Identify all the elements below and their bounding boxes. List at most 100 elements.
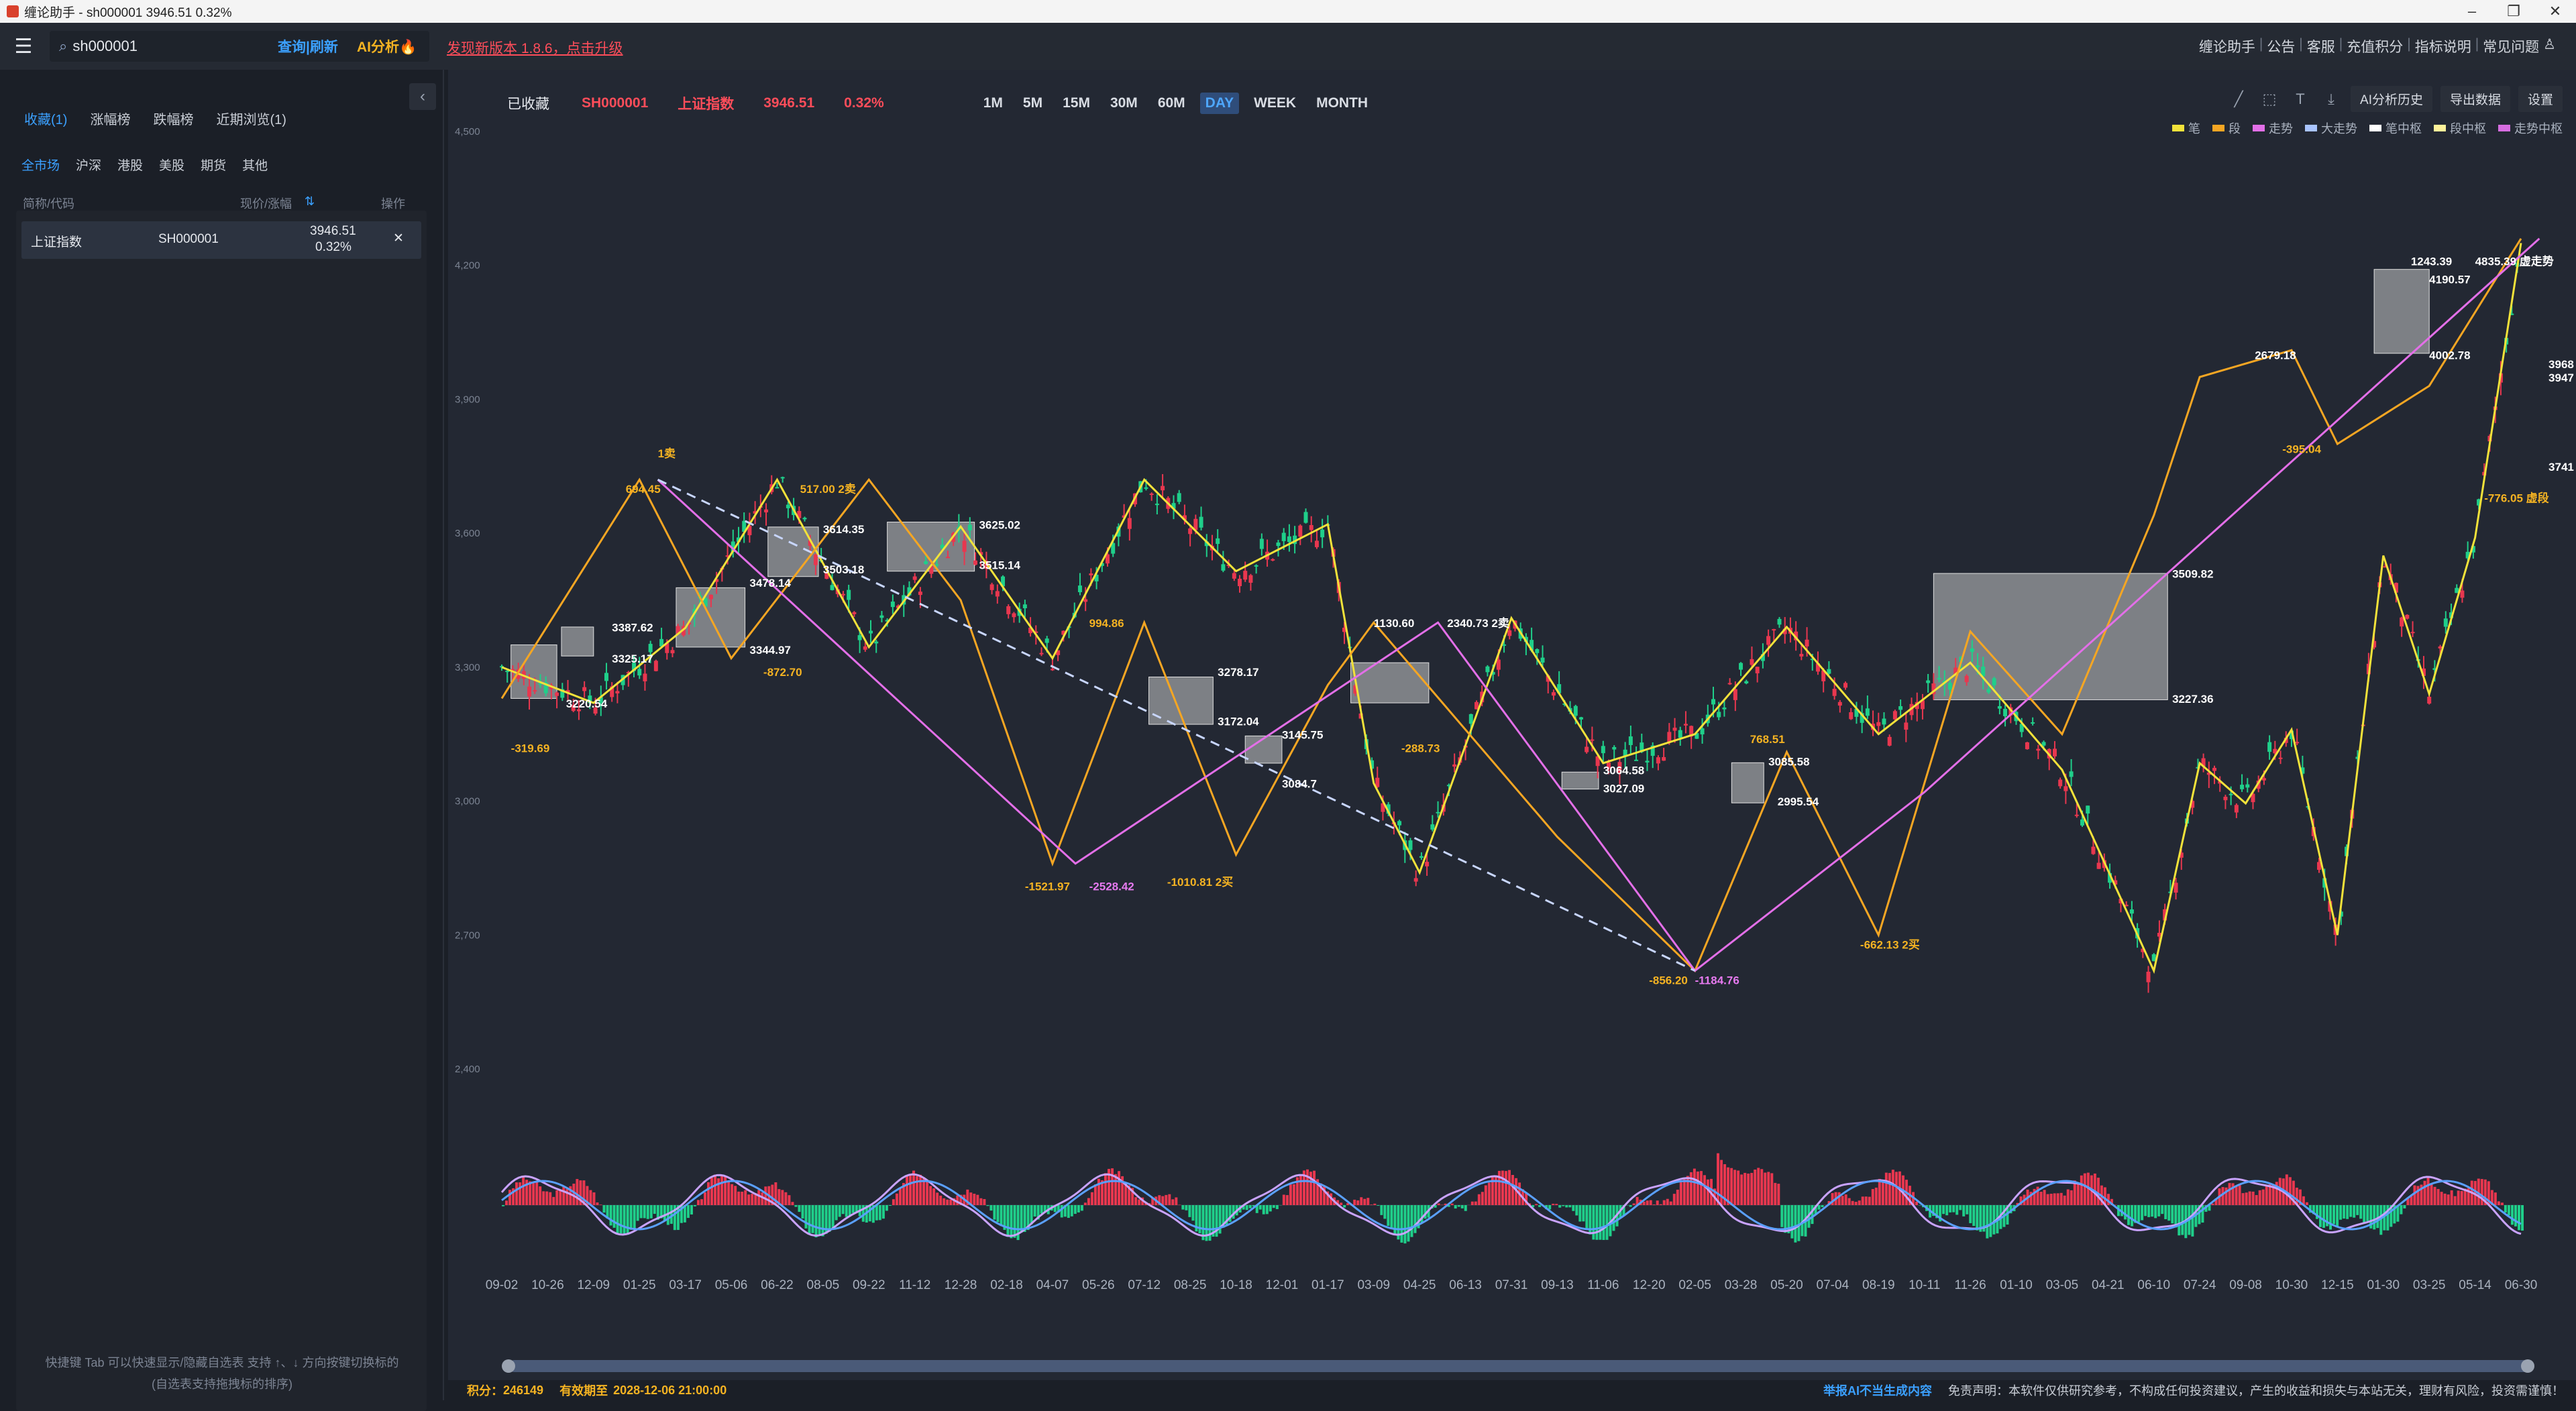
settings-button[interactable]: 设置: [2518, 86, 2563, 112]
data-label: 3084.7: [1282, 778, 1317, 791]
maximize-icon[interactable]: ❐: [2493, 0, 2534, 23]
report-ai-link[interactable]: 举报AI不当生成内容: [1823, 1381, 1932, 1399]
indicator-bar: [2053, 1193, 2056, 1205]
period-30m[interactable]: 30M: [1105, 93, 1143, 114]
export-data-button[interactable]: 导出数据: [2440, 86, 2510, 112]
tab-recent[interactable]: 近期浏览(1): [216, 109, 286, 128]
candle-body: [1282, 532, 1286, 541]
indicator-bar: [2222, 1187, 2224, 1205]
data-label: -872.70: [763, 666, 802, 679]
x-tick-label: 07-12: [1128, 1278, 1161, 1292]
sort-icon[interactable]: ⇅: [305, 194, 315, 209]
header-price[interactable]: 现价/涨幅: [240, 194, 292, 212]
period-month[interactable]: MONTH: [1311, 93, 1373, 114]
candle-body: [1083, 600, 1087, 602]
candle-body: [1315, 541, 1319, 547]
kline-chart[interactable]: 2,4002,7003,0003,3003,6003,9004,2004,500…: [448, 70, 2576, 1380]
list-item[interactable]: 上证指数 SH000001 3946.51 0.32% ✕: [21, 221, 421, 259]
tab-gainers[interactable]: 涨幅榜: [90, 109, 130, 128]
x-tick-label: 10-26: [531, 1278, 564, 1292]
candle-body: [1948, 683, 1952, 689]
candle-body: [1012, 614, 1016, 618]
period-day[interactable]: DAY: [1200, 93, 1239, 114]
indicator-bar: [717, 1178, 720, 1205]
legend-item[interactable]: 段中枢: [2434, 119, 2486, 137]
indicator-bar: [519, 1182, 521, 1205]
indicator-bar: [1959, 1205, 1962, 1210]
market-futures[interactable]: 期货: [201, 156, 226, 174]
query-refresh-button[interactable]: 查询|刷新: [278, 36, 338, 56]
candle-body: [786, 505, 790, 508]
candle-body: [1778, 619, 1782, 624]
period-60m[interactable]: 60M: [1152, 93, 1191, 114]
candle-body: [1248, 575, 1252, 583]
link-notice[interactable]: 公告: [2267, 36, 2295, 56]
upgrade-link[interactable]: 发现新版本 1.8.6，点击升级: [447, 38, 623, 58]
minimize-icon[interactable]: –: [2451, 0, 2493, 23]
indicator-bar: [2047, 1194, 2049, 1205]
remove-icon[interactable]: ✕: [393, 231, 404, 246]
chart-legend: 笔 段 走势 大走势 笔中枢 段中枢 走势中枢: [2172, 119, 2563, 137]
x-tick-label: 09-13: [1541, 1278, 1574, 1292]
indicator-bar: [633, 1205, 636, 1229]
legend-item[interactable]: 走势: [2253, 119, 2293, 137]
legend-item[interactable]: 走势中枢: [2498, 119, 2563, 137]
tab-losers[interactable]: 跌幅榜: [153, 109, 193, 128]
indicator-bar: [1693, 1169, 1696, 1205]
link-service[interactable]: 客服: [2307, 36, 2335, 56]
indicator-bar: [1077, 1205, 1080, 1212]
market-other[interactable]: 其他: [242, 156, 268, 174]
ai-history-button[interactable]: AI分析历史: [2351, 86, 2432, 112]
indicator-bar: [2057, 1193, 2059, 1205]
indicator-bar: [1841, 1196, 1844, 1205]
market-us[interactable]: 美股: [159, 156, 184, 174]
indicator-bar: [2286, 1174, 2288, 1205]
legend-item[interactable]: 笔中枢: [2369, 119, 2422, 137]
collapse-sidebar-icon[interactable]: ‹: [409, 83, 436, 110]
legend-item[interactable]: 段: [2212, 119, 2241, 137]
indicator-bar: [2252, 1192, 2255, 1205]
candle-body: [1287, 537, 1291, 542]
legend-item[interactable]: 大走势: [2305, 119, 2357, 137]
indicator-bar: [1760, 1169, 1763, 1205]
tab-favorites[interactable]: 收藏(1): [24, 109, 67, 128]
market-hk[interactable]: 港股: [117, 156, 143, 174]
close-icon[interactable]: ✕: [2534, 0, 2576, 23]
favorite-status[interactable]: 已收藏: [507, 93, 549, 113]
draw-rect-icon[interactable]: ⬚: [2258, 88, 2281, 111]
period-1m[interactable]: 1M: [978, 93, 1008, 114]
candle-body: [1717, 712, 1721, 717]
candle-body: [946, 557, 950, 558]
legend-item[interactable]: 笔: [2172, 119, 2200, 137]
draw-text-icon[interactable]: T: [2289, 88, 2312, 111]
link-indicator-help[interactable]: 指标说明: [2415, 36, 2471, 56]
data-label: 3027.09: [1603, 782, 1644, 795]
period-5m[interactable]: 5M: [1018, 93, 1048, 114]
search-input[interactable]: [72, 38, 233, 55]
indicator-bar: [596, 1202, 598, 1205]
indicator-bar: [1007, 1205, 1010, 1237]
market-hs[interactable]: 沪深: [76, 156, 101, 174]
link-faq[interactable]: 常见问题: [2483, 36, 2539, 56]
indicator-bar: [1989, 1205, 1992, 1237]
ai-analysis-button[interactable]: AI分析🔥: [357, 36, 417, 56]
period-15m[interactable]: 15M: [1057, 93, 1095, 114]
indicator-bar: [1992, 1205, 1995, 1235]
data-label: 3145.75: [1282, 728, 1323, 741]
download-icon[interactable]: ⤓: [2320, 88, 2343, 111]
hamburger-menu-icon[interactable]: ☰: [0, 23, 47, 70]
indicator-bar: [1780, 1205, 1783, 1227]
user-icon[interactable]: ♙: [2543, 36, 2556, 56]
draw-line-icon[interactable]: ╱: [2227, 88, 2250, 111]
indicator-bar: [650, 1205, 653, 1219]
indicator-bar: [2413, 1186, 2416, 1205]
period-selector: 1M 5M 15M 30M 60M DAY WEEK MONTH: [978, 93, 1373, 114]
market-all[interactable]: 全市场: [21, 156, 60, 174]
indicator-bar: [555, 1190, 558, 1205]
link-home[interactable]: 缠论助手: [2199, 36, 2255, 56]
candle-body: [1744, 681, 1748, 683]
link-recharge[interactable]: 充值积分: [2347, 36, 2403, 56]
candle-body: [1276, 543, 1280, 546]
period-week[interactable]: WEEK: [1248, 93, 1301, 114]
candle-body: [654, 661, 658, 671]
